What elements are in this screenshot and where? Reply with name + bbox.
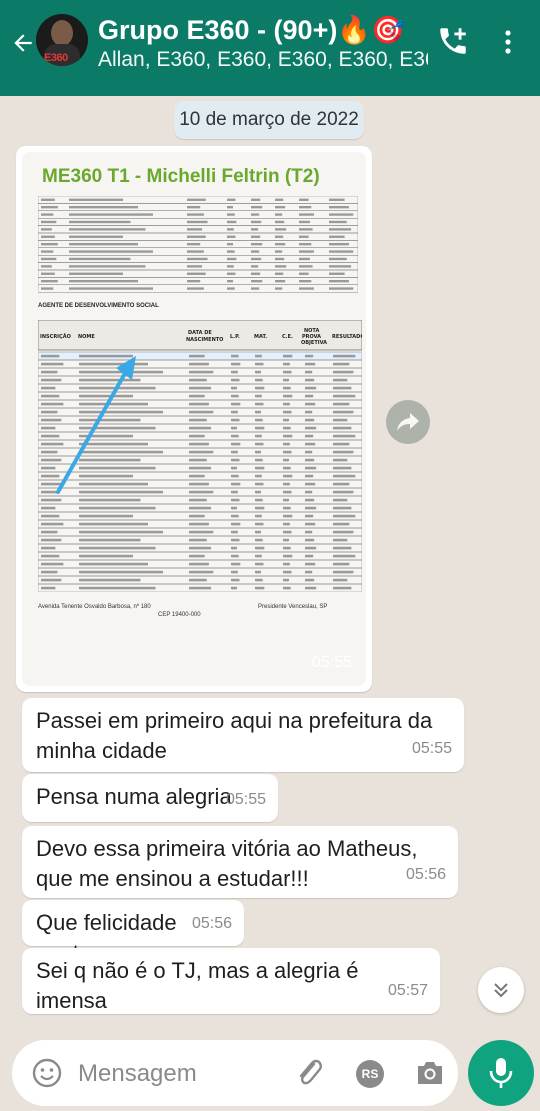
image-message[interactable]: ME360 T1 - Michelli Feltrin (T2) AGENTE … (16, 146, 372, 692)
message-time: 05:57 (387, 982, 428, 999)
camera-icon[interactable] (414, 1058, 446, 1088)
chat-title[interactable]: Grupo E360 - (90+)🔥🎯 (98, 14, 405, 46)
svg-text:L.P.: L.P. (230, 334, 240, 340)
currency-icon[interactable]: RS (356, 1060, 384, 1088)
svg-text:RESULTADO: RESULTADO (332, 334, 362, 340)
date-divider: 10 de março de 2022 (174, 101, 364, 139)
message-bubble[interactable]: Que felicidade gente 05:56 (22, 900, 244, 965)
microphone-icon (489, 1058, 513, 1088)
back-arrow-icon[interactable] (10, 30, 36, 56)
chat-participants[interactable]: Allan, E360, E360, E360, E360, E360, E3.… (98, 48, 428, 72)
message-text: Passei em primeiro aqui na prefeitura da… (36, 708, 433, 763)
message-input[interactable]: Mensagem (78, 1060, 197, 1088)
document-title: ME360 T1 - Michelli Feltrin (T2) (42, 166, 320, 187)
message-bubble[interactable]: Pensa numa alegria 05:55 (22, 774, 278, 822)
document-photo[interactable]: ME360 T1 - Michelli Feltrin (T2) AGENTE … (22, 152, 366, 686)
double-chevron-down-icon (494, 983, 508, 998)
message-time: 05:55 (225, 791, 266, 808)
message-text: Sei q não é o TJ, mas a alegria é imensa (36, 958, 359, 1013)
attach-icon[interactable] (294, 1056, 324, 1090)
svg-text:NASCIMENTO: NASCIMENTO (186, 337, 223, 343)
message-text: Devo essa primeira vitória ao Matheus, q… (36, 836, 418, 891)
message-text: Pensa numa alegria (36, 784, 232, 809)
highlight-arrow (56, 356, 136, 494)
more-options-icon[interactable] (498, 28, 518, 56)
message-time: 05:55 (411, 740, 452, 757)
avatar-label: E360 (44, 52, 68, 64)
document-subtitle: AGENTE DE DESENVOLVIMENTO SOCIAL (38, 303, 159, 309)
voice-record-button[interactable] (468, 1040, 534, 1106)
forward-icon (397, 413, 419, 431)
document-top-table (38, 196, 358, 293)
svg-text:C.E.: C.E. (282, 334, 293, 340)
message-bubble[interactable]: Sei q não é o TJ, mas a alegria é imensa… (22, 948, 440, 1014)
svg-text:INSCRIÇÃO: INSCRIÇÃO (40, 333, 71, 340)
document-footer: Avenida Tenente Osvaldo Barbosa, nº 180 … (38, 604, 328, 618)
message-composer: Mensagem RS (12, 1040, 458, 1106)
svg-text:MAT.: MAT. (254, 334, 267, 340)
svg-text:DATA DE: DATA DE (188, 330, 212, 336)
message-time: 05:56 (191, 915, 232, 932)
svg-text:NOME: NOME (78, 334, 95, 340)
chat-header: E360 Grupo E360 - (90+)🔥🎯 Allan, E360, E… (0, 0, 540, 96)
message-bubble[interactable]: Devo essa primeira vitória ao Matheus, q… (22, 826, 458, 898)
group-avatar[interactable]: E360 (36, 14, 88, 66)
add-call-icon[interactable] (436, 24, 470, 58)
scroll-to-bottom-button[interactable] (478, 967, 524, 1013)
svg-text:OBJETIVA: OBJETIVA (301, 340, 327, 346)
image-timestamp: 05:55 (311, 654, 352, 671)
message-time: 05:56 (405, 866, 446, 883)
emoji-icon[interactable] (32, 1058, 62, 1088)
message-bubble[interactable]: Passei em primeiro aqui na prefeitura da… (22, 698, 464, 772)
forward-button[interactable] (386, 400, 430, 444)
